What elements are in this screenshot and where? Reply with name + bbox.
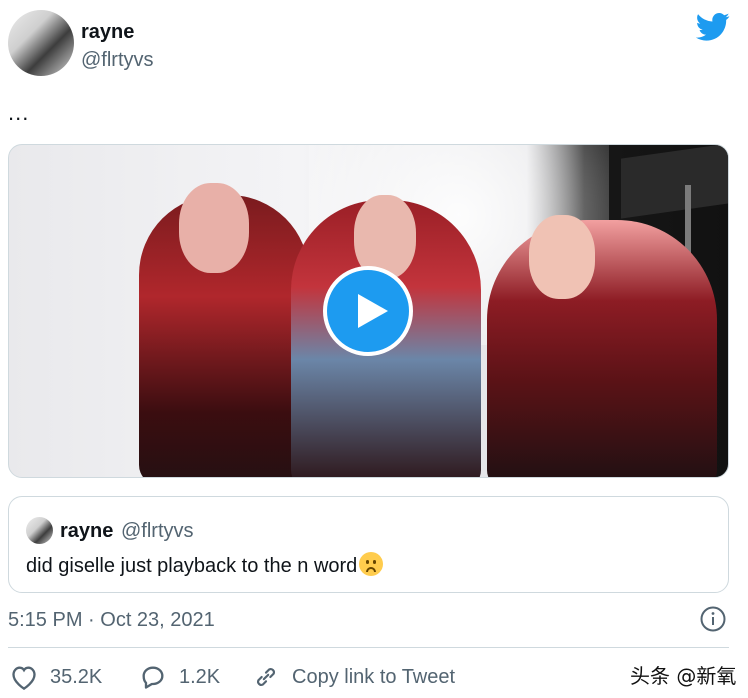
info-icon[interactable] xyxy=(700,606,726,632)
video-thumbnail[interactable] xyxy=(8,144,729,478)
copy-link-label: Copy link to Tweet xyxy=(292,665,456,688)
quoted-author-name: rayne xyxy=(60,520,114,542)
quoted-tweet-text: did giselle just playback to the n word xyxy=(26,552,384,578)
quoted-tweet-text-content: did giselle just playback to the n word xyxy=(26,555,358,577)
author-avatar[interactable] xyxy=(8,10,74,76)
like-count: 35.2K xyxy=(50,665,103,688)
like-button[interactable]: 35.2K xyxy=(10,662,102,692)
quoted-author-handle: @flrtyvs xyxy=(121,520,194,542)
reply-icon xyxy=(142,666,164,689)
copy-link-button[interactable]: Copy link to Tweet xyxy=(252,662,455,692)
watermark: 头条 @新氧 xyxy=(630,664,737,688)
play-icon xyxy=(358,294,388,328)
softbox xyxy=(621,145,728,219)
quoted-tweet[interactable]: rayne @flrtyvs did giselle just playback… xyxy=(8,496,729,593)
performer-left-face xyxy=(179,183,249,273)
author-handle[interactable]: @flrtyvs xyxy=(81,49,154,72)
link-icon xyxy=(257,668,275,686)
quoted-author-avatar xyxy=(26,517,53,544)
tweet-timestamp[interactable]: 5:15 PM · Oct 23, 2021 xyxy=(8,609,215,632)
tweet-text: ... xyxy=(8,100,30,125)
author-name[interactable]: rayne xyxy=(81,21,134,44)
heart-icon xyxy=(12,666,36,690)
twitter-bird-icon[interactable] xyxy=(696,12,730,42)
performer-right xyxy=(487,220,717,477)
divider xyxy=(8,647,729,648)
play-button[interactable] xyxy=(323,266,413,356)
worried-face-icon xyxy=(359,552,384,576)
reply-button[interactable]: 1.2K xyxy=(139,662,220,692)
reply-count: 1.2K xyxy=(179,665,221,688)
performer-right-face xyxy=(529,215,595,299)
